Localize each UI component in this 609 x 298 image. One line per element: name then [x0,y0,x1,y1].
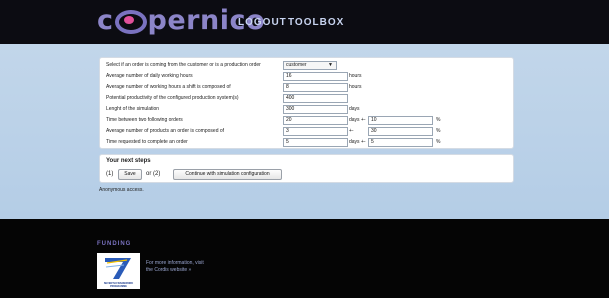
order-interval-variance-unit: % [436,117,441,123]
order-source-row: Select if an order is coming from the cu… [106,61,506,70]
fp7-logo[interactable]: SEVENTH FRAMEWORK PROGRAMME [97,253,140,289]
logo-ring-icon [114,10,147,34]
cordis-note: For more information, visit the Cordis w… [146,260,204,274]
cordis-website-link[interactable]: the Cordis website » [146,267,204,274]
completion-time-variance-input[interactable]: 5 [368,138,433,147]
fp7-emblem-icon [105,258,131,279]
form-row: Average number of products an order is c… [106,127,506,136]
access-status: Anonymous access. [99,187,144,193]
products-per-order-variance-unit: % [436,128,441,134]
form-row: Average number of working hours a shift … [106,83,506,92]
logo-text-c: c [97,5,114,36]
productivity-input[interactable]: 400 [283,94,348,103]
completion-time-unit: days +- [349,139,366,145]
funding-heading: FUNDING [97,241,132,247]
parameters-form: Select if an order is coming from the cu… [99,57,514,149]
fp7-caption: SEVENTH FRAMEWORK PROGRAMME [97,282,140,288]
footer: FUNDING SEVENTH FRAMEWORK PROGRAMME For … [0,219,609,298]
form-row: Lenght of the simulation 300 days [106,105,506,114]
products-per-order-label: Average number of products an order is c… [106,128,225,134]
order-source-value: customer [286,62,307,68]
daily-hours-label: Average number of daily working hours [106,73,193,79]
shift-hours-label: Average number of working hours a shift … [106,84,231,90]
order-interval-variance-input[interactable]: 10 [368,116,433,125]
daily-hours-input[interactable]: 16 [283,72,348,81]
products-per-order-variance-input[interactable]: 30 [368,127,433,136]
logout-link[interactable]: LOGOUT [238,17,287,28]
toolbox-link[interactable]: TOOLBOX [288,17,344,28]
continue-configuration-button[interactable]: Continue with simulation configuration [173,169,282,180]
products-per-order-unit: +- [349,128,354,134]
order-source-select[interactable]: customer ▼ [283,61,337,70]
simulation-length-input[interactable]: 300 [283,105,348,114]
shift-hours-unit: hours [349,84,362,90]
cordis-note-line1: For more information, visit [146,260,204,266]
step-1-label: (1) [106,171,114,177]
order-interval-input[interactable]: 20 [283,116,348,125]
form-row: Average number of daily working hours 16… [106,72,506,81]
productivity-label: Potential productivity of the configured… [106,95,239,101]
simulation-length-label: Lenght of the simulation [106,106,160,112]
form-row: Potential productivity of the configured… [106,94,506,103]
order-interval-unit: days +- [349,117,366,123]
header: c pernico LOGOUT TOOLBOX [0,0,609,44]
completion-time-variance-unit: % [436,139,441,145]
fp7-caption-line2: PROGRAMME [110,285,127,288]
shift-hours-input[interactable]: 8 [283,83,348,92]
save-button[interactable]: Save [118,169,142,180]
next-steps-panel: Your next steps (1) Save or (2) Continue… [99,154,514,183]
chevron-down-icon: ▼ [328,62,333,68]
next-steps-title: Your next steps [106,158,151,164]
daily-hours-unit: hours [349,73,362,79]
form-row: Time between two following orders 20 day… [106,116,506,125]
order-source-label: Select if an order is coming from the cu… [106,62,261,68]
products-per-order-input[interactable]: 3 [283,127,348,136]
simulation-length-unit: days [349,106,360,112]
completion-time-input[interactable]: 5 [283,138,348,147]
form-row: Time requested to complete an order 5 da… [106,138,506,147]
step-2-label: or (2) [146,171,161,177]
completion-time-label: Time requested to complete an order [106,139,188,145]
order-interval-label: Time between two following orders [106,117,183,123]
